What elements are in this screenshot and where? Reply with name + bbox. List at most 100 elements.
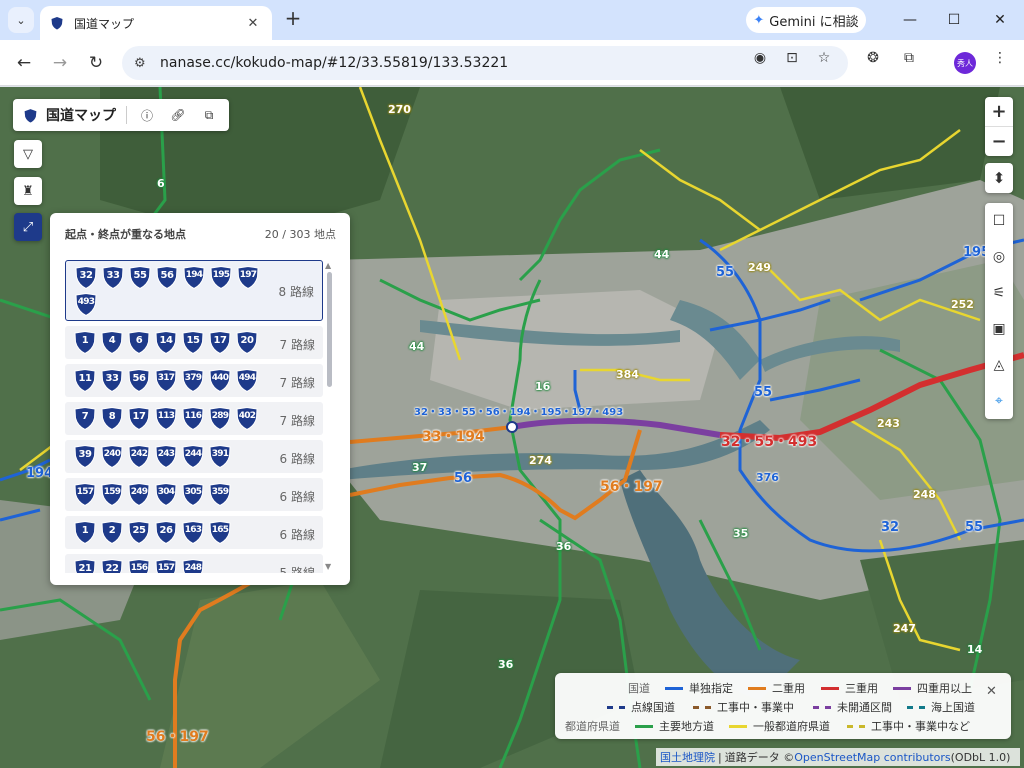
trophy-icon[interactable]: ♜ (14, 177, 42, 205)
legend-item: 一般都道府県道 (729, 718, 830, 734)
gemini-sparkle-icon: ✦ (753, 12, 765, 28)
legend-close-icon[interactable]: ✕ (986, 684, 997, 699)
link-icon[interactable]: 🔗︎ (166, 103, 190, 127)
route-shield-icon: 6 (128, 331, 150, 354)
url-text[interactable]: nanase.cc/kokudo-map/#12/33.55819/133.53… (160, 55, 848, 71)
scrollbar-thumb[interactable] (327, 272, 332, 387)
route-number: 2 (108, 525, 116, 536)
route-label: 55 (754, 385, 773, 400)
route-label: 32 (881, 520, 900, 535)
bookmark-star-icon[interactable]: ☆ (815, 49, 833, 67)
route-shield-icon: 248 (182, 559, 204, 573)
water-drop-icon[interactable]: ◬ (985, 347, 1013, 383)
browser-tab[interactable]: 国道マップ ✕ (40, 6, 272, 40)
locate-icon[interactable]: ⌖ (985, 383, 1013, 419)
route-label: 252 (951, 298, 974, 311)
point-row[interactable]: 32 33 55 56 194 195 197 493 8 路線 (65, 260, 323, 321)
new-tab-icon[interactable]: + (283, 8, 303, 29)
filter-icon[interactable]: ▽ (14, 140, 42, 168)
overlap-label: 56・197 (600, 479, 663, 495)
point-row[interactable]: 1 4 6 14 15 17 20 7 路線 (65, 326, 323, 359)
route-number: 289 (211, 411, 229, 421)
reload-icon[interactable]: ↻ (84, 51, 108, 75)
profile-avatar[interactable]: 秀人 (954, 52, 976, 74)
extensions-puzzle-icon[interactable]: ⧉ (900, 49, 918, 67)
route-number: 32 (79, 270, 93, 281)
route-label: 248 (913, 488, 936, 501)
point-row[interactable]: 21 22 156 157 248 5 路線 (65, 554, 323, 573)
map-legend: 国道 単独指定 二重用 三重用 四重用以上 点線国道 工事中・事業中 未開通区間… (555, 673, 1011, 739)
legend-item: 三重用 (821, 680, 878, 696)
install-app-icon[interactable]: ⊡ (783, 49, 801, 67)
route-shield-icon: 55 (129, 266, 151, 289)
gemini-button[interactable]: ✦ Gemini に相談 (746, 7, 866, 33)
route-number: 494 (238, 373, 256, 383)
route-number: 22 (105, 563, 119, 573)
point-row[interactable]: 7 8 17 113 116 289 402 7 路線 (65, 402, 323, 435)
location-pin-icon[interactable]: ◉ (751, 49, 769, 67)
scroll-up-icon[interactable]: ▲ (325, 261, 331, 270)
route-shield-icon: 305 (182, 483, 204, 506)
route-shield-icon: 15 (182, 331, 204, 354)
address-bar[interactable]: ⚙ nanase.cc/kokudo-map/#12/33.55819/133.… (122, 46, 848, 80)
overlap-points-list[interactable]: 32 33 55 56 194 195 197 493 8 路線 1 4 6 14 15 17 20 7 路線 1… (65, 260, 323, 573)
image-icon[interactable]: ▣ (985, 311, 1013, 347)
zoom-out-icon[interactable]: − (985, 127, 1013, 156)
route-label: 44 (654, 248, 670, 261)
route-number: 195 (212, 270, 230, 280)
legend-category: 都道府県道 (565, 720, 620, 733)
route-number: 359 (211, 487, 229, 497)
route-shield-icon: 244 (182, 445, 204, 468)
tab-close-icon[interactable]: ✕ (244, 16, 262, 31)
scroll-down-icon[interactable]: ▼ (325, 562, 331, 571)
route-shield-icon: 22 (101, 559, 123, 573)
route-shield-icon: 11 (74, 369, 96, 392)
osm-link[interactable]: OpenStreetMap contributors (794, 751, 950, 764)
zoom-in-icon[interactable]: + (985, 97, 1013, 126)
route-shield-icon: 14 (155, 331, 177, 354)
route-shield-icon: 379 (182, 369, 204, 392)
eye-icon[interactable]: ◎ (985, 239, 1013, 275)
forward-arrow-icon[interactable]: → (48, 51, 72, 75)
maximize-icon[interactable]: ☐ (942, 8, 966, 32)
back-arrow-icon[interactable]: ← (12, 51, 36, 75)
zoom-control: + − (985, 97, 1013, 156)
route-number: 493 (77, 297, 95, 307)
route-shield-icon: 17 (209, 331, 231, 354)
gsi-link[interactable]: 国土地理院 (660, 749, 715, 765)
route-number: 56 (160, 270, 174, 281)
point-row[interactable]: 157 159 249 304 305 359 6 路線 (65, 478, 323, 511)
legend-item: 工事中・事業中など (847, 718, 970, 734)
point-row[interactable]: 39 240 242 243 244 391 6 路線 (65, 440, 323, 473)
route-shield-icon: 113 (155, 407, 177, 430)
route-shield-icon: 25 (128, 521, 150, 544)
route-number: 6 (135, 335, 143, 346)
legend-item: 二重用 (748, 680, 805, 696)
point-row[interactable]: 11 33 56 317 379 440 494 7 路線 (65, 364, 323, 397)
square-select-icon[interactable]: ☐ (985, 203, 1013, 239)
route-number: 116 (184, 411, 202, 421)
route-shield-icon: 243 (155, 445, 177, 468)
external-link-icon[interactable]: ⧉ (197, 103, 221, 127)
route-label: 243 (877, 417, 900, 430)
sliders-icon[interactable]: ⚟ (985, 275, 1013, 311)
route-count: 7 路線 (279, 414, 315, 428)
info-icon[interactable]: ⓘ (135, 103, 159, 127)
point-row[interactable]: 1 2 25 26 163 165 6 路線 (65, 516, 323, 549)
compass-icon[interactable]: ⬍ (985, 163, 1013, 193)
chatgpt-extension-icon[interactable]: ❂ (864, 49, 882, 67)
route-number: 39 (78, 449, 92, 460)
tab-list-chevron-icon[interactable]: ⌄ (8, 7, 34, 33)
legend-swatch (821, 686, 839, 690)
route-number: 165 (211, 525, 229, 535)
route-number: 33 (106, 270, 120, 281)
minimize-icon[interactable]: — (898, 8, 922, 32)
route-endpoints-icon[interactable]: ⤢ (14, 213, 42, 241)
menu-kebab-icon[interactable]: ⋮ (991, 49, 1009, 67)
window-close-icon[interactable]: ✕ (988, 8, 1012, 32)
route-shield-icon: 2 (101, 521, 123, 544)
legend-swatch (635, 724, 653, 728)
route-count: 7 路線 (279, 338, 315, 352)
site-info-icon[interactable]: ⚙ (134, 56, 150, 71)
shield-favicon-icon (51, 17, 63, 30)
